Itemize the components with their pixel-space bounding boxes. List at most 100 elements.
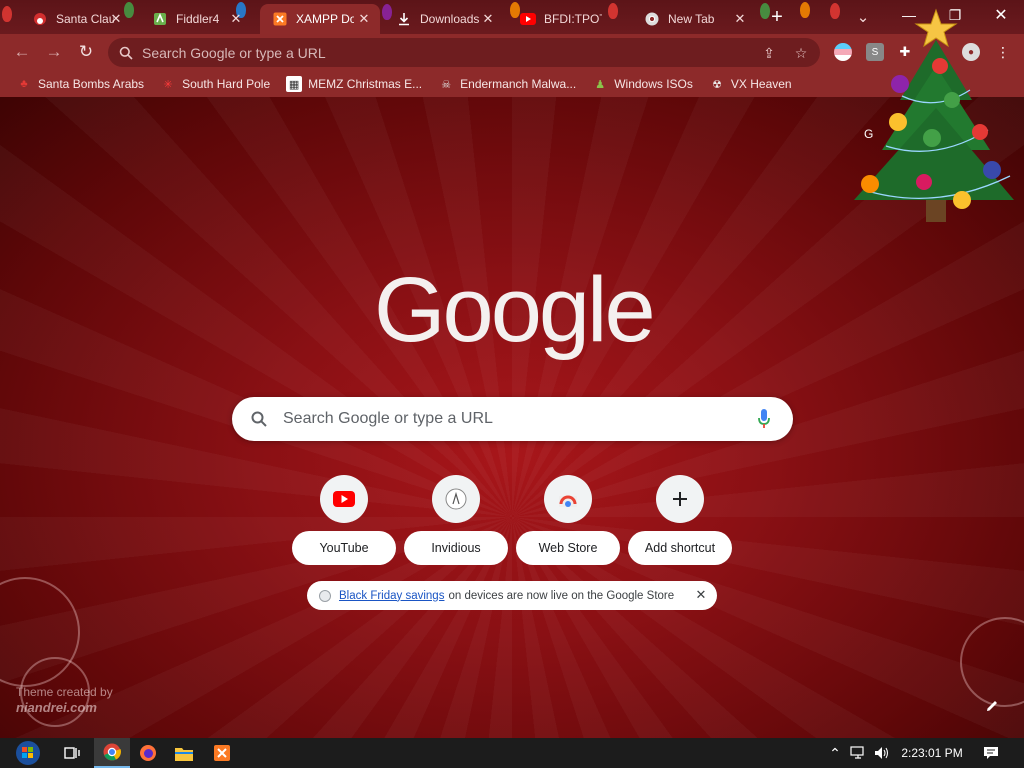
tab-bfdi[interactable]: BFDI:TPOT (508, 4, 632, 34)
tab-new-tab[interactable]: New Tab ✕ (632, 4, 756, 34)
shortcut-label: Add shortcut (628, 531, 732, 565)
plus-icon (673, 492, 687, 506)
new-tab-button[interactable]: + (764, 4, 790, 30)
bookmark-label: VX Heaven (730, 77, 792, 91)
fiddler-icon (152, 11, 168, 27)
windows-iso-icon: ♟ (595, 78, 606, 91)
forward-button[interactable]: → (41, 39, 67, 65)
bookmark-label: South Hard Pole (182, 77, 271, 91)
youtube-icon (520, 11, 536, 27)
bookmark-label: MEMZ Christmas E... (308, 77, 423, 91)
endermanch-icon: ☠ (441, 78, 452, 91)
close-icon[interactable]: ✕ (693, 587, 709, 603)
bookmark-vx-heaven[interactable]: ☢ VX Heaven (701, 73, 800, 95)
reload-button[interactable]: ↻ (73, 39, 99, 65)
share-icon[interactable]: ⇪ (760, 44, 778, 62)
shortcut-label: Invidious (404, 531, 508, 565)
tab-title: Downloads (420, 12, 480, 26)
show-hidden-icons-chevron-up-icon[interactable]: ⌃ (826, 738, 844, 768)
bookmark-santa-bombs-arabs[interactable]: ♣ Santa Bombs Arabs (8, 73, 152, 95)
taskbar-chrome[interactable] (94, 738, 130, 768)
tab-xampp[interactable]: XAMPP Do ✕ (260, 4, 380, 34)
google-logo: Google (374, 259, 656, 361)
start-button[interactable] (8, 738, 48, 768)
folder-icon (175, 747, 193, 761)
tab-title: XAMPP Do (296, 12, 354, 26)
promo-banner: Black Friday savings on devices are now … (307, 581, 717, 610)
task-view-button[interactable] (54, 738, 90, 768)
address-bar-placeholder: Search Google or type a URL (142, 44, 326, 61)
search-icon (251, 411, 267, 427)
search-icon (119, 46, 133, 60)
back-button[interactable]: ← (9, 39, 35, 65)
santa-icon: ♣ (20, 78, 28, 90)
shortcut-tile (320, 475, 368, 523)
tab-fiddler[interactable]: Fiddler4 ✕ (140, 4, 252, 34)
taskbar-xampp[interactable] (204, 738, 240, 768)
address-bar[interactable]: Search Google or type a URL ⇪ ☆ (108, 38, 820, 67)
web-store-icon (559, 495, 577, 507)
christmas-light-icon (800, 2, 810, 18)
volume-icon[interactable] (872, 738, 892, 768)
bookmark-label: Santa Bombs Arabs (38, 77, 145, 91)
snowflake-icon: ✳ (163, 78, 173, 91)
notifications-icon[interactable] (978, 738, 1004, 768)
search-placeholder: Search Google or type a URL (283, 410, 493, 427)
close-icon[interactable]: ✕ (228, 11, 244, 27)
bookmark-star-icon[interactable]: ☆ (792, 44, 810, 62)
promo-link[interactable]: Black Friday savings (339, 590, 444, 602)
theme-attribution: Theme created by niandrei.com (16, 684, 113, 716)
task-view-icon (64, 747, 80, 759)
tab-downloads[interactable]: Downloads ✕ (384, 4, 504, 34)
shortcut-web-store[interactable]: Web Store (516, 475, 620, 565)
xampp-icon (272, 11, 288, 27)
bookmark-south-hard-pole[interactable]: ✳ South Hard Pole (152, 73, 278, 95)
santa-icon (32, 11, 48, 27)
tab-title: BFDI:TPOT (544, 12, 602, 26)
christmas-light-icon (2, 6, 12, 22)
clock[interactable]: 2:23:01 PM (896, 738, 968, 768)
bookmark-windows-isos[interactable]: ♟ Windows ISOs (584, 73, 701, 95)
pencil-icon (987, 701, 997, 711)
shortcut-invidious[interactable]: Invidious (404, 475, 508, 565)
shortcut-label: Web Store (516, 531, 620, 565)
firefox-icon (140, 745, 156, 761)
search-box[interactable]: Search Google or type a URL (232, 397, 793, 441)
invidious-icon (445, 488, 467, 510)
customize-chrome-button[interactable] (978, 692, 1006, 720)
shortcut-tile (544, 475, 592, 523)
microphone-icon[interactable] (757, 409, 771, 429)
windows-taskbar: ⌃ 2:23:01 PM (0, 738, 1024, 768)
tab-santa-claus[interactable]: Santa Claus ✕ (20, 4, 132, 34)
tab-title: Santa Claus (56, 12, 114, 26)
shortcut-label: YouTube (292, 531, 396, 565)
windows-logo-icon (16, 741, 40, 765)
promo-text: on devices are now live on the Google St… (448, 589, 675, 602)
close-icon[interactable]: ✕ (480, 11, 496, 27)
download-icon (396, 11, 412, 27)
taskbar-firefox[interactable] (130, 738, 166, 768)
christmas-tree-decoration (854, 8, 1014, 222)
close-icon[interactable]: ✕ (356, 11, 372, 27)
attribution-text: Theme created by (16, 685, 113, 699)
taskbar-file-explorer[interactable] (166, 738, 202, 768)
tab-title: New Tab (668, 12, 715, 26)
bookmark-label: Windows ISOs (614, 77, 693, 91)
close-icon[interactable]: ✕ (732, 11, 748, 27)
christmas-light-icon (830, 3, 840, 19)
tab-title: Fiddler4 (176, 12, 220, 26)
close-icon[interactable]: ✕ (108, 11, 124, 27)
chrome-icon (103, 743, 121, 761)
bookmark-endermanch-malware[interactable]: ☠ Endermanch Malwa... (430, 73, 584, 95)
shortcut-tile (432, 475, 480, 523)
chrome-icon (644, 11, 660, 27)
xampp-icon (214, 745, 230, 761)
network-icon[interactable] (848, 738, 868, 768)
shortcut-youtube[interactable]: YouTube (292, 475, 396, 565)
memz-icon: ▦ (286, 76, 303, 92)
attribution-link[interactable]: niandrei.com (16, 700, 113, 716)
bookmark-memz-christmas[interactable]: ▦ MEMZ Christmas E... (278, 73, 430, 95)
shortcut-tile (656, 475, 704, 523)
vx-heaven-icon: ☢ (711, 78, 722, 91)
shortcut-add[interactable]: Add shortcut (628, 475, 732, 565)
